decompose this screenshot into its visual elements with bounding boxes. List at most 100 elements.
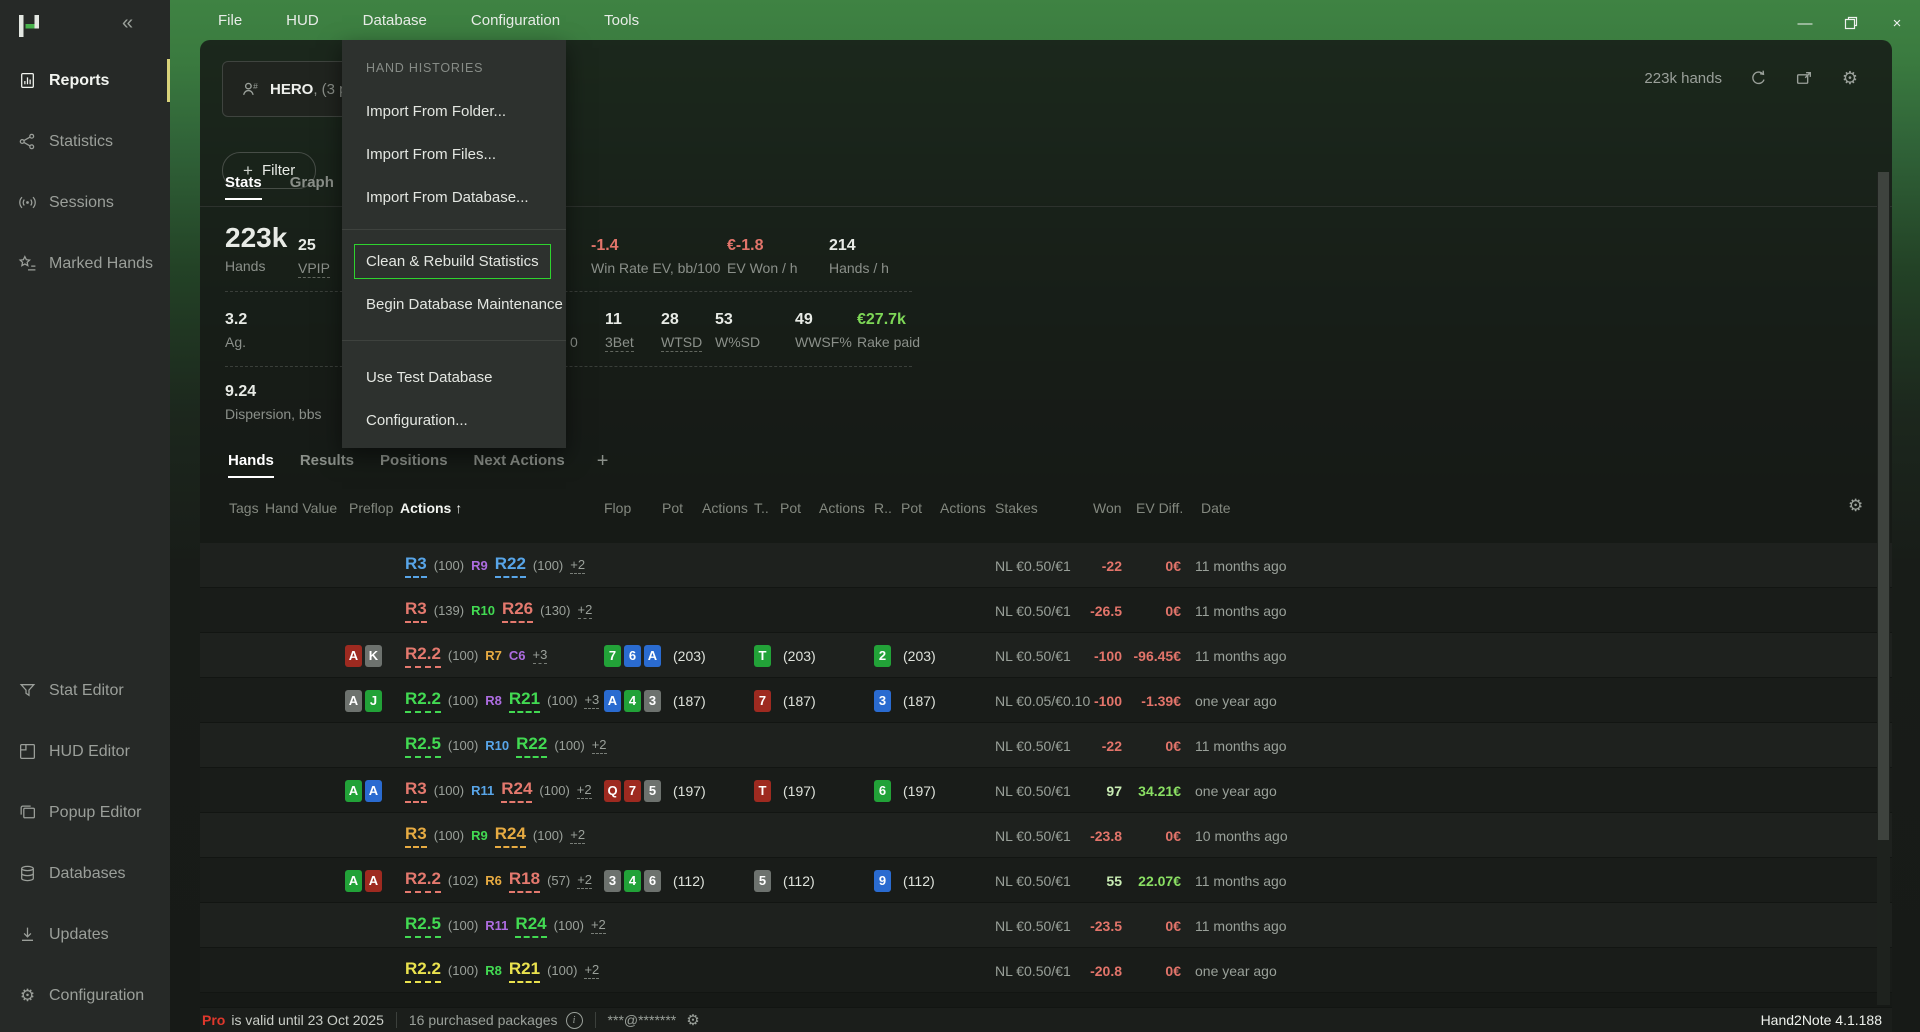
column-header-pot[interactable]: Pot [662, 500, 683, 516]
menu-file[interactable]: File [212, 8, 248, 33]
tab-next-actions[interactable]: Next Actions [474, 452, 565, 478]
minimize-button[interactable]: — [1790, 10, 1820, 36]
table-row[interactable]: R2.5(100)R10R22(100)+2NL €0.50/€1-220€11… [200, 723, 1892, 768]
turn-card: 7(187) [754, 678, 816, 723]
column-header-stakes[interactable]: Stakes [995, 500, 1038, 516]
columns-settings-gear-icon[interactable]: ⚙ [1848, 496, 1863, 516]
sidebar-item-reports[interactable]: Reports [0, 50, 170, 111]
table-row[interactable]: R3(139)R10R26(130)+2NL €0.50/€1-26.50€11… [200, 588, 1892, 633]
stat-threebet: 113Bet [605, 310, 634, 352]
column-header-r[interactable]: R.. [874, 500, 892, 516]
sidebar-item-label: HUD Editor [49, 743, 130, 761]
stat-evwon: €-1.8EV Won / h [727, 236, 798, 276]
preflop-actions: R3(100)R11R24(100)+2 [405, 768, 592, 813]
collapse-sidebar-icon[interactable]: « [122, 12, 133, 35]
hands-table: R3(100)R9R22(100)+2NL €0.50/€1-220€11 mo… [200, 543, 1892, 993]
player-name: HERO [270, 81, 313, 98]
table-row[interactable]: R3(100)R9R22(100)+2NL €0.50/€1-220€11 mo… [200, 543, 1892, 588]
column-header-tags[interactable]: Tags [229, 500, 259, 516]
sidebar-item-sessions[interactable]: Sessions [0, 172, 170, 233]
column-header-preflop[interactable]: Preflop [349, 500, 393, 516]
add-tab-icon[interactable]: + [597, 452, 609, 470]
menu-item-configuration[interactable]: Configuration... [342, 399, 566, 442]
restore-button[interactable] [1836, 10, 1866, 36]
sidebar-item-statistics[interactable]: Statistics [0, 111, 170, 172]
action: R11 [471, 783, 494, 798]
table-row[interactable]: R3(100)R9R24(100)+2NL €0.50/€1-23.80€10 … [200, 813, 1892, 858]
pro-badge: Pro [202, 1012, 225, 1028]
tab-hands[interactable]: Hands [228, 452, 274, 478]
table-row[interactable]: R2.5(100)R11R24(100)+2NL €0.50/€1-23.50€… [200, 903, 1892, 948]
card-3: 3 [874, 690, 891, 712]
hand-date: 11 months ago [1195, 903, 1287, 948]
menu-item-import-from-database[interactable]: Import From Database... [342, 176, 566, 219]
stat-value: 9.24 [225, 382, 322, 402]
preflop-actions: R2.2(102)R6R18(57)+2 [405, 858, 592, 903]
app-version: Hand2Note 4.1.188 [1761, 1012, 1882, 1028]
column-header-evdiff[interactable]: EV Diff. [1136, 500, 1183, 516]
report-settings-gear-icon[interactable]: ⚙ [1840, 68, 1860, 88]
column-header-actions[interactable]: Actions [702, 500, 748, 516]
sidebar-item-marked-hands[interactable]: Marked Hands [0, 233, 170, 294]
table-row[interactable]: R2.2(100)R8R21(100)+2NL €0.50/€1-20.80€o… [200, 948, 1892, 993]
open-in-new-window-icon[interactable] [1794, 68, 1814, 88]
action: +2 [570, 557, 585, 574]
menu-item-use-test-database[interactable]: Use Test Database [342, 356, 566, 399]
table-row[interactable]: AAR2.2(102)R6R18(57)+2346(112)5(112)9(11… [200, 858, 1892, 903]
refresh-icon[interactable] [1748, 68, 1768, 88]
column-header-actions[interactable]: Actions [940, 500, 986, 516]
tab-graph[interactable]: Graph [290, 174, 334, 200]
column-header-handvalue[interactable]: Hand Value [265, 500, 337, 516]
sidebar-item-stat-editor[interactable]: Stat Editor [0, 660, 170, 721]
table-row[interactable]: AAR3(100)R11R24(100)+2Q75(197)T(197)6(19… [200, 768, 1892, 813]
hand-date: one year ago [1195, 948, 1277, 993]
action: R24 [515, 914, 546, 938]
menu-item-clean-rebuild-statistics[interactable]: Clean & Rebuild Statistics [342, 240, 566, 283]
close-button[interactable]: × [1882, 10, 1912, 36]
table-row[interactable]: AKR2.2(100)R7C6+376A(203)T(203)2(203)NL … [200, 633, 1892, 678]
info-icon[interactable]: i [566, 1012, 583, 1029]
action: R7 [485, 648, 502, 663]
menu-item-import-from-folder[interactable]: Import From Folder... [342, 90, 566, 133]
hole-cards: AA [344, 768, 382, 813]
card-3: 3 [604, 870, 621, 892]
column-header-flop[interactable]: Flop [604, 500, 631, 516]
stat-label[interactable]: WTSD [661, 334, 702, 352]
column-header-pot[interactable]: Pot [901, 500, 922, 516]
menu-configuration[interactable]: Configuration [465, 8, 566, 33]
sidebar-item-configuration[interactable]: ⚙Configuration [0, 965, 170, 1026]
tab-results[interactable]: Results [300, 452, 354, 478]
tab-positions[interactable]: Positions [380, 452, 448, 478]
card-A: A [345, 690, 362, 712]
column-header-actions[interactable]: Actions ↑ [400, 500, 462, 516]
column-header-actions[interactable]: Actions [819, 500, 865, 516]
vertical-scrollbar-thumb[interactable] [1878, 172, 1889, 840]
menu-tools[interactable]: Tools [598, 8, 645, 33]
hand-date: 10 months ago [1195, 813, 1288, 858]
account-settings-gear-icon[interactable]: ⚙ [686, 1011, 699, 1029]
menu-hud[interactable]: HUD [280, 8, 325, 33]
action: R2.2 [405, 644, 441, 668]
action: R24 [501, 779, 532, 803]
tab-stats[interactable]: Stats [225, 174, 262, 200]
stat-value: 223k [225, 222, 287, 254]
action: R9 [471, 828, 488, 843]
sidebar-item-popup-editor[interactable]: Popup Editor [0, 782, 170, 843]
hand-date: 11 months ago [1195, 633, 1287, 678]
column-header-date[interactable]: Date [1201, 500, 1231, 516]
sidebar-item-databases[interactable]: Databases [0, 843, 170, 904]
ev-diff: 34.21€ [1081, 768, 1181, 813]
menu-item-import-from-files[interactable]: Import From Files... [342, 133, 566, 176]
stat-label[interactable]: VPIP [298, 260, 330, 278]
column-header-won[interactable]: Won [1093, 500, 1122, 516]
column-header-pot[interactable]: Pot [780, 500, 801, 516]
menu-item-begin-database-maintenance[interactable]: Begin Database Maintenance [342, 283, 566, 326]
menu-database[interactable]: Database [357, 8, 433, 33]
stat-label[interactable]: 3Bet [605, 334, 634, 352]
stat-value: 25 [298, 236, 330, 256]
sidebar-item-hud-editor[interactable]: HUD Editor [0, 721, 170, 782]
table-row[interactable]: AJR2.2(100)R8R21(100)+3A43(187)7(187)3(1… [200, 678, 1892, 723]
column-header-t[interactable]: T.. [754, 500, 769, 516]
sidebar-item-updates[interactable]: Updates [0, 904, 170, 965]
ev-diff: 0€ [1081, 903, 1181, 948]
